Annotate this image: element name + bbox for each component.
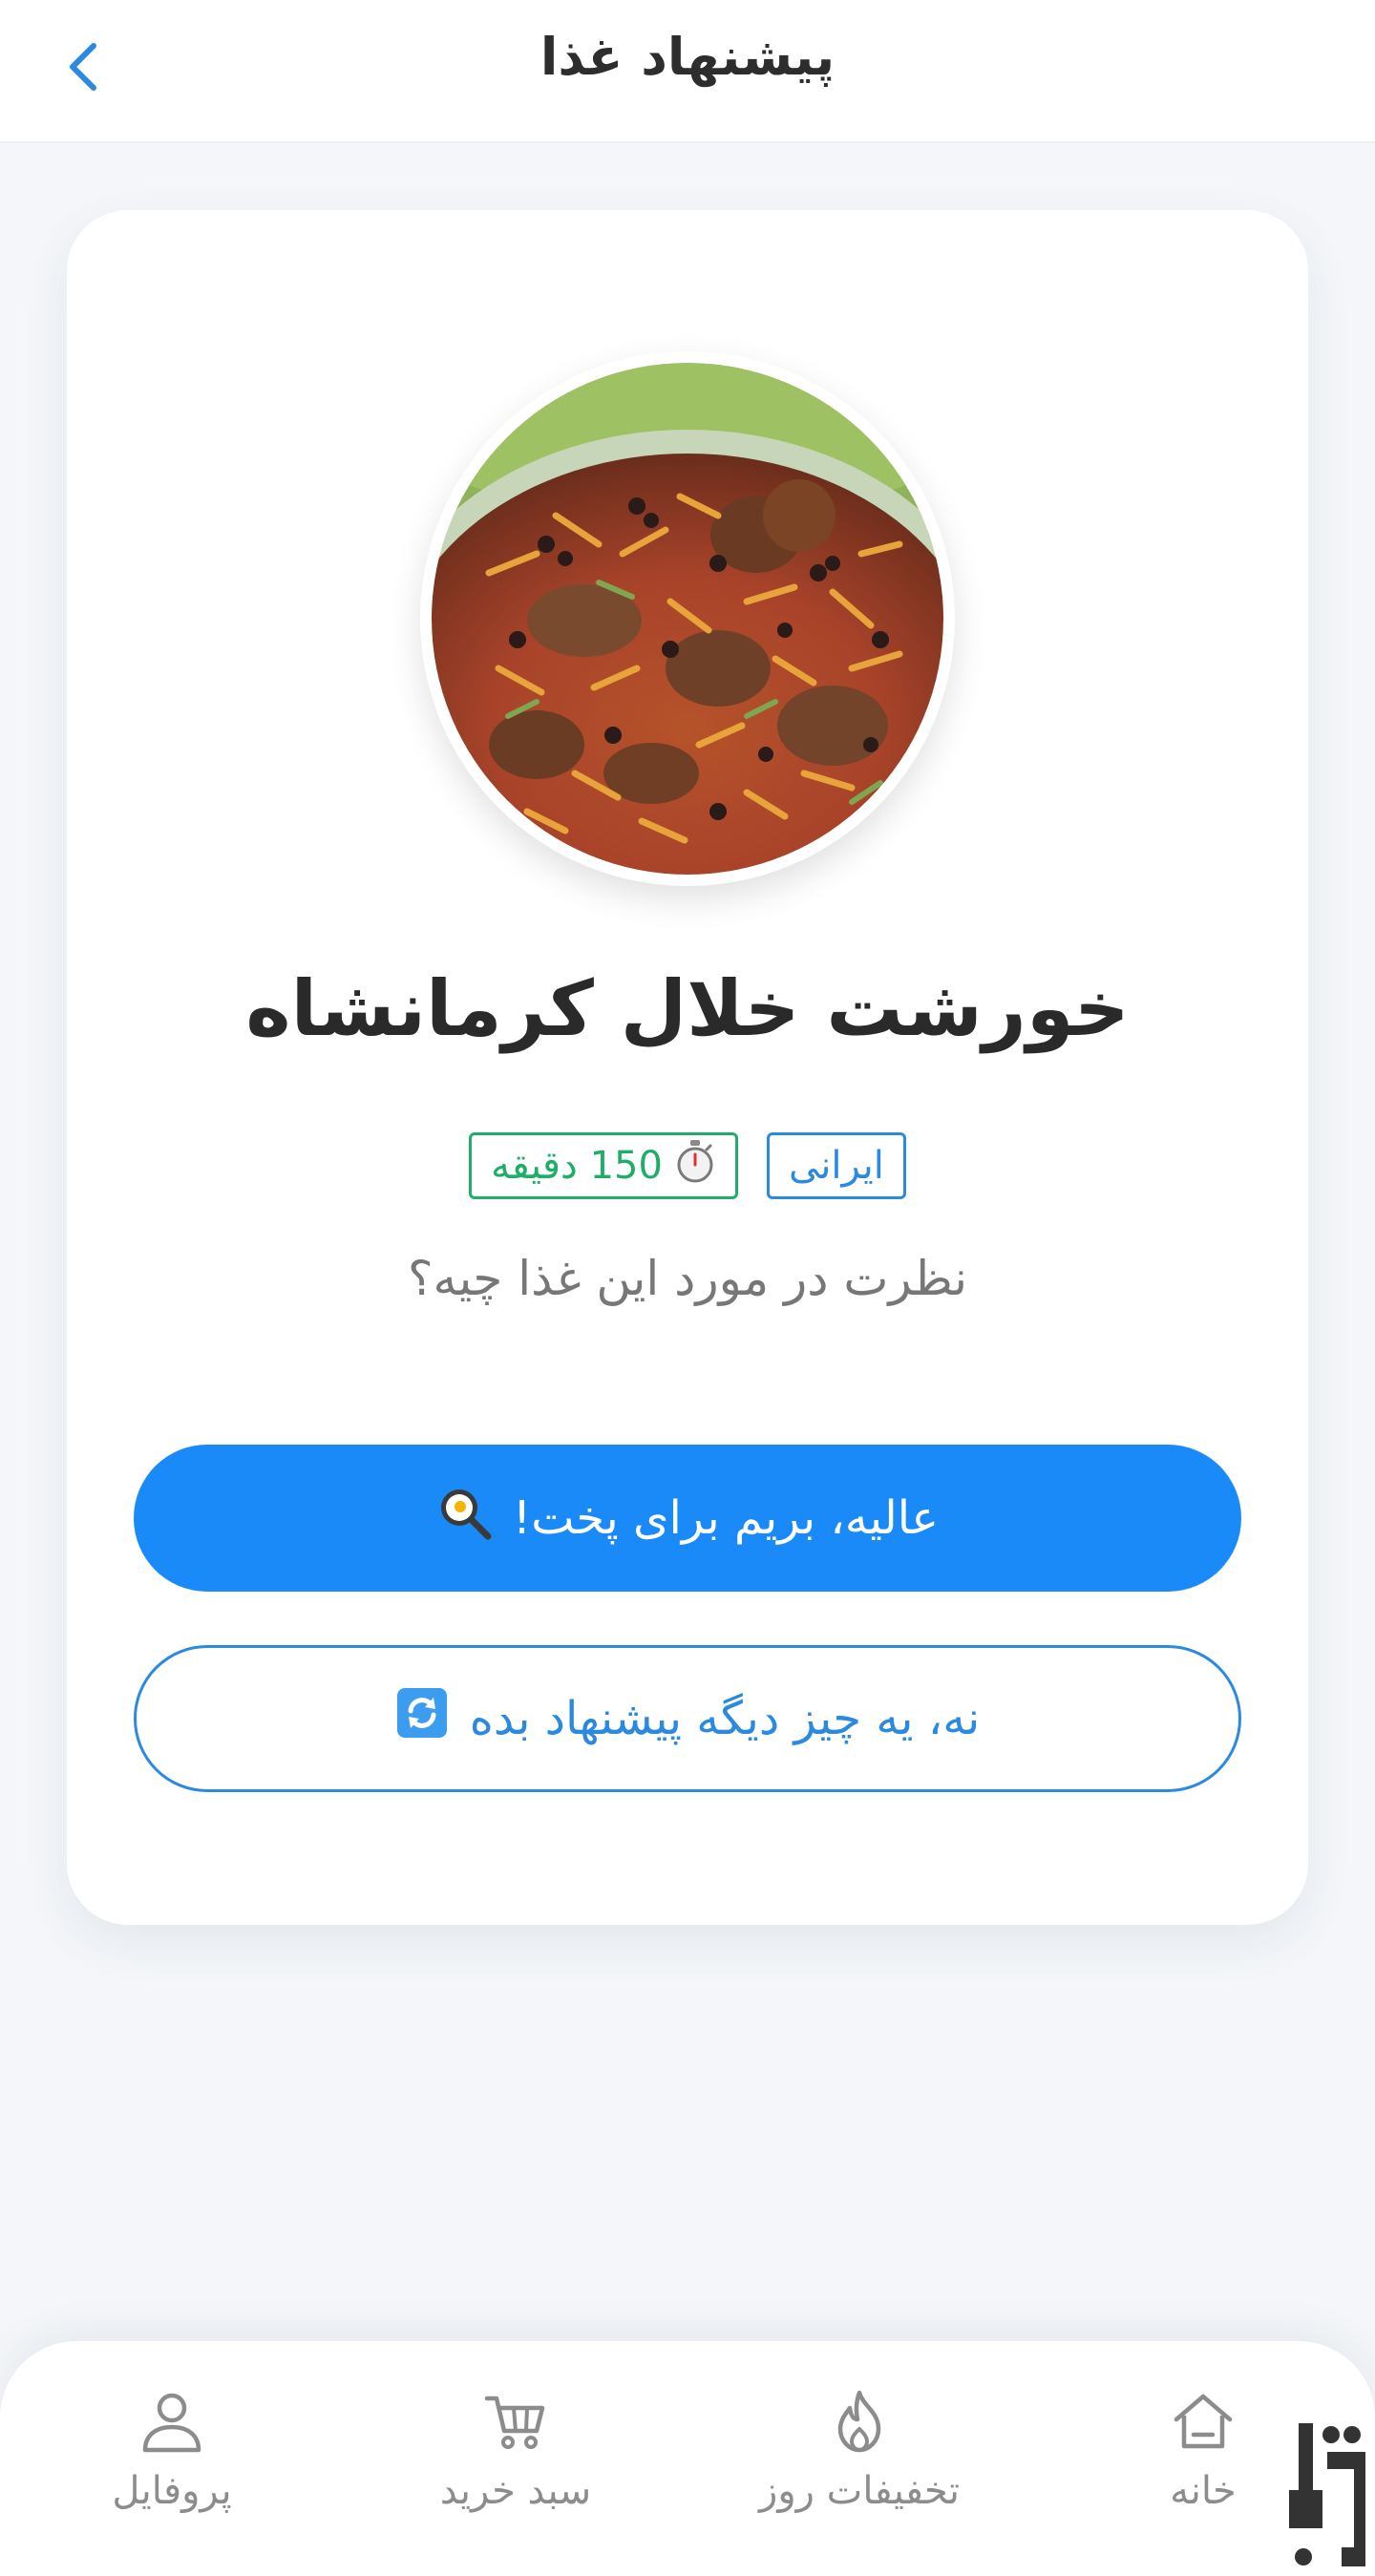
nav-label-cart: سبد خرید bbox=[439, 2469, 592, 2513]
cooking-time-label: 150 دقیقه bbox=[491, 1144, 663, 1188]
nav-item-cart[interactable]: سبد خرید bbox=[391, 2387, 640, 2549]
food-tags: ایرانی 150 دقیقه bbox=[67, 1132, 1308, 1199]
suggestion-card: خورشت خلال کرمانشاه ایرانی 150 دقیقه نظر… bbox=[67, 210, 1308, 1925]
cooking-time-tag: 150 دقیقه bbox=[469, 1132, 738, 1199]
accept-cook-button[interactable]: عالیه، بریم برای پخت! bbox=[134, 1445, 1241, 1592]
flame-icon bbox=[837, 2390, 881, 2453]
cart-icon bbox=[484, 2396, 545, 2449]
nav-item-daily-deals[interactable]: تخفیفات روز bbox=[735, 2387, 984, 2549]
page: پیشنهاد غذا خورشت خلال کرمانشاه ایرانی 1… bbox=[0, 0, 1375, 2576]
frying-pan-icon bbox=[436, 1485, 492, 1552]
stopwatch-icon bbox=[674, 1138, 716, 1193]
refresh-icon bbox=[395, 1686, 449, 1751]
cuisine-tag-label: ایرانی bbox=[788, 1144, 884, 1188]
food-name: خورشت خلال کرمانشاه bbox=[245, 964, 1130, 1053]
store-logo-icon bbox=[1289, 2423, 1365, 2566]
food-photo-frame bbox=[420, 351, 955, 886]
nav-label-daily-deals: تخفیفات روز bbox=[759, 2469, 960, 2513]
feedback-question: نظرت در مورد این غذا چیه؟ bbox=[408, 1251, 967, 1306]
accept-label: عالیه، بریم برای پخت! bbox=[513, 1491, 939, 1545]
food-photo bbox=[432, 363, 943, 875]
nav-label-home: خانه bbox=[1170, 2469, 1237, 2513]
reject-label: نه، یه چیز دیگه پیشنهاد بده bbox=[469, 1692, 981, 1745]
user-icon bbox=[142, 2393, 201, 2453]
suggest-another-button[interactable]: نه، یه چیز دیگه پیشنهاد بده bbox=[134, 1645, 1241, 1792]
home-icon bbox=[1174, 2394, 1233, 2449]
cuisine-tag: ایرانی bbox=[766, 1132, 906, 1199]
nav-label-profile: پروفایل bbox=[112, 2469, 232, 2513]
app-header: پیشنهاد غذا bbox=[0, 0, 1375, 143]
bottom-navigation: خانه تخفیفات روز سبد خرید پروفایل bbox=[0, 2341, 1375, 2576]
nav-item-profile[interactable]: پروفایل bbox=[48, 2387, 296, 2549]
page-title: پیشنهاد غذا bbox=[539, 27, 836, 87]
